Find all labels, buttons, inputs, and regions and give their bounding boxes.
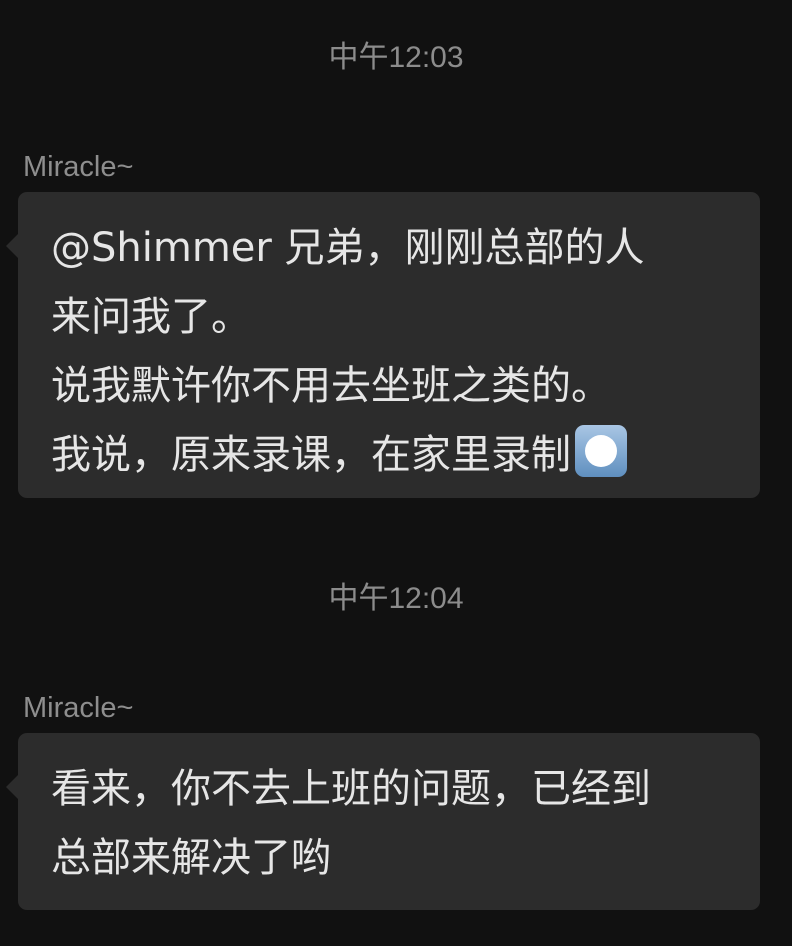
message-line-text: 我说，原来录课，在家里录制 — [51, 432, 571, 478]
message-line: @Shimmer 兄弟，刚刚总部的人 — [51, 225, 645, 271]
message-line: 看来，你不去上班的问题，已经到 — [51, 766, 651, 812]
message-timestamp: 中午12:03 — [328, 41, 464, 74]
message-bubble[interactable]: @Shimmer 兄弟，刚刚总部的人 来问我了。 说我默许你不用去坐班之类的。 … — [6, 192, 760, 498]
message-line: 总部来解决了哟 — [51, 835, 331, 881]
stop-button-emoji-icon — [575, 425, 627, 477]
sender-name[interactable]: Miracle~ — [23, 691, 133, 725]
message-bubble[interactable]: 看来，你不去上班的问题，已经到 总部来解决了哟 — [6, 733, 760, 910]
sender-name[interactable]: Miracle~ — [23, 150, 133, 184]
message-line: 说我默许你不用去坐班之类的。 — [51, 363, 611, 409]
message-timestamp: 中午12:04 — [328, 582, 464, 615]
message-line-with-emoji: 我说，原来录课，在家里录制 — [51, 421, 740, 490]
message-line: 来问我了。 — [51, 294, 251, 340]
